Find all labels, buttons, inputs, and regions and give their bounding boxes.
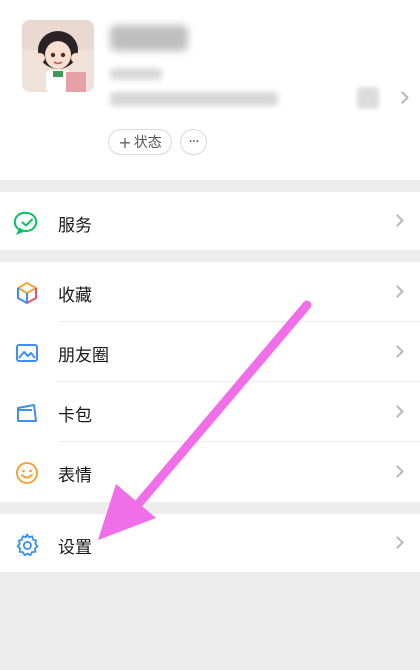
menu-group-main: 收藏 朋友圈 卡包 表情 bbox=[0, 262, 420, 502]
menu-item-label: 卡包 bbox=[58, 406, 92, 426]
plus-icon: + bbox=[118, 132, 132, 152]
more-label: ··· bbox=[188, 134, 199, 150]
menu-item-services[interactable]: 服务 bbox=[0, 192, 420, 250]
wechat-id-redacted bbox=[110, 68, 162, 80]
menu-item-label: 设置 bbox=[58, 538, 92, 558]
menu-item-moments[interactable]: 朋友圈 bbox=[0, 322, 420, 382]
profile-card[interactable]: + 状态 ··· bbox=[0, 0, 420, 180]
chevron-right-icon bbox=[391, 465, 404, 478]
menu-item-settings[interactable]: 设置 bbox=[0, 514, 420, 572]
menu-item-label: 收藏 bbox=[58, 286, 92, 306]
more-button[interactable]: ··· bbox=[180, 129, 207, 155]
favorites-icon bbox=[17, 282, 37, 304]
avatar-image bbox=[22, 20, 94, 92]
chevron-right-icon bbox=[391, 345, 404, 358]
menu-item-cards[interactable]: 卡包 bbox=[0, 382, 420, 442]
status-label: 状态 bbox=[133, 135, 162, 151]
menu-item-label: 表情 bbox=[58, 466, 92, 486]
chevron-right-icon bbox=[391, 536, 404, 549]
avatar[interactable] bbox=[22, 20, 94, 92]
chevron-right-icon bbox=[391, 405, 404, 418]
stickers-icon bbox=[16, 462, 38, 484]
menu-group-settings: 设置 bbox=[0, 514, 420, 572]
settings-icon bbox=[16, 533, 39, 557]
menu-group-services: 服务 bbox=[0, 192, 420, 250]
nickname-redacted bbox=[110, 25, 188, 51]
account-info-redacted bbox=[110, 92, 278, 106]
service-icon bbox=[14, 211, 38, 235]
add-status-button[interactable]: + 状态 bbox=[108, 129, 172, 155]
chevron-right-icon bbox=[391, 285, 404, 298]
moments-icon bbox=[16, 344, 38, 362]
menu-item-label: 朋友圈 bbox=[58, 346, 109, 366]
menu-item-label: 服务 bbox=[58, 216, 92, 236]
profile-chevron-icon bbox=[396, 91, 409, 104]
menu-item-stickers[interactable]: 表情 bbox=[0, 442, 420, 502]
qr-code-icon[interactable] bbox=[357, 87, 379, 109]
menu-item-favorites[interactable]: 收藏 bbox=[0, 262, 420, 322]
chevron-right-icon bbox=[391, 214, 404, 227]
cards-icon bbox=[17, 404, 37, 422]
